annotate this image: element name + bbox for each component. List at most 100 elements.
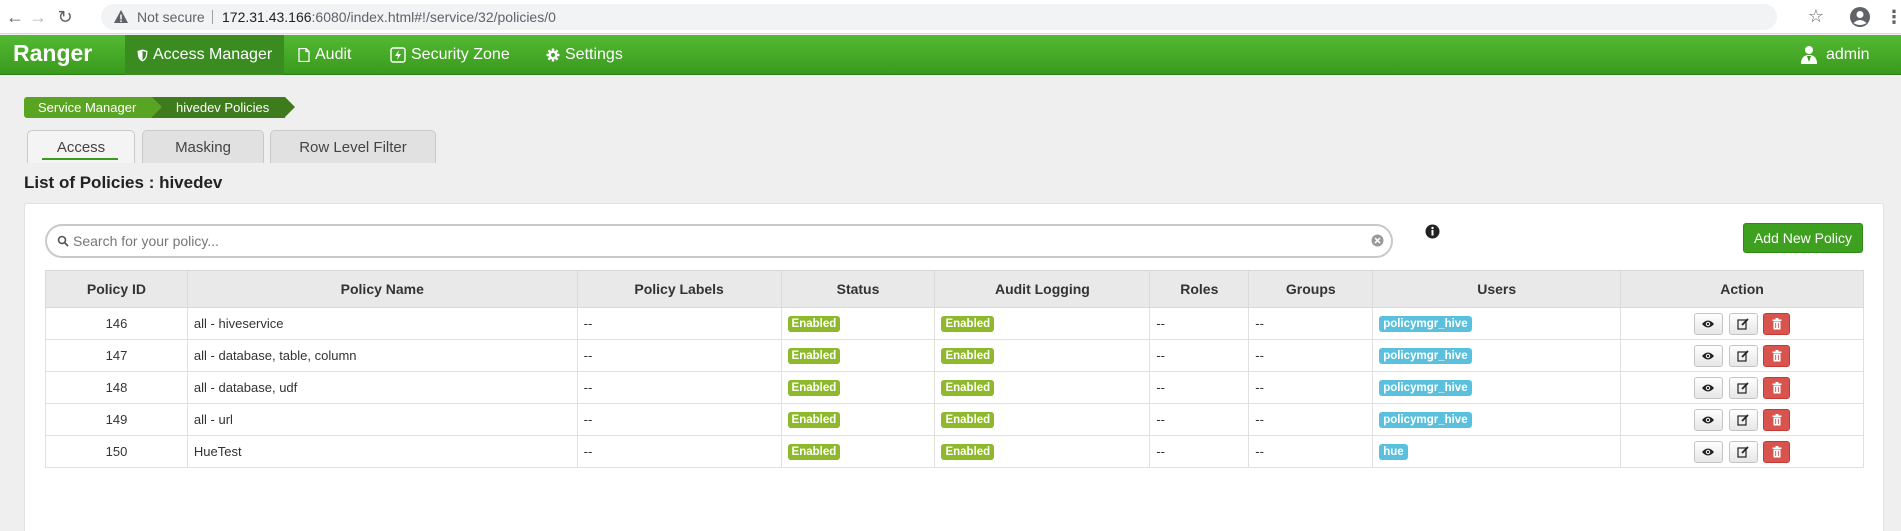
delete-button[interactable] <box>1763 312 1791 335</box>
audit-cell: Enabled <box>934 307 1151 340</box>
trash-icon <box>1772 349 1782 361</box>
column-header[interactable]: Policy Name <box>186 270 578 308</box>
bookmark-star-icon[interactable]: ☆ <box>1806 6 1826 26</box>
forward-arrow-icon[interactable]: → <box>27 6 49 28</box>
tab-row-level-filter[interactable]: Row Level Filter <box>270 130 436 163</box>
gear-icon <box>546 48 560 62</box>
delete-button[interactable] <box>1763 408 1791 431</box>
status-cell: Enabled <box>780 339 936 372</box>
search-input[interactable] <box>73 230 1353 252</box>
audit-badge: Enabled <box>941 348 995 364</box>
column-header: Roles <box>1149 270 1250 308</box>
url-text: 172.31.43.166:6080/index.html#!/service/… <box>222 9 556 25</box>
brand-logo[interactable]: Ranger <box>13 40 92 67</box>
view-button[interactable] <box>1693 312 1723 335</box>
trash-icon <box>1772 317 1782 329</box>
users-cell: hue <box>1372 435 1622 468</box>
reload-icon[interactable]: ↻ <box>54 6 76 28</box>
browser-menu-icon[interactable]: ⋮ <box>1885 6 1901 28</box>
status-cell: Enabled <box>780 435 936 468</box>
eye-icon <box>1702 352 1715 359</box>
profile-icon[interactable] <box>1849 6 1871 28</box>
nav-access-manager[interactable]: Access Manager <box>125 35 285 75</box>
edit-icon <box>1737 317 1749 330</box>
column-header: Groups <box>1248 270 1374 308</box>
edit-button[interactable] <box>1728 408 1758 431</box>
search-bar[interactable] <box>45 224 1393 258</box>
add-new-policy-button[interactable]: Add New Policy <box>1743 223 1863 253</box>
policy-id-link[interactable]: 147 <box>45 339 188 372</box>
edit-icon <box>1737 445 1749 458</box>
edit-button[interactable] <box>1728 376 1758 399</box>
top-navbar: Ranger Access Manager Audit Security Zon… <box>0 35 1901 75</box>
nav-security-zone[interactable]: Security Zone <box>378 35 522 75</box>
status-cell: Enabled <box>780 371 936 404</box>
policy-name: all - database, table, column <box>186 339 578 372</box>
back-arrow-icon[interactable]: ← <box>4 6 26 28</box>
edit-button[interactable] <box>1728 344 1758 367</box>
nav-settings[interactable]: Settings <box>534 35 635 75</box>
policy-id-link[interactable]: 148 <box>45 371 188 404</box>
policy-name: all - hiveservice <box>186 307 578 340</box>
policy-labels: -- <box>576 403 782 436</box>
policy-labels: -- <box>576 307 782 340</box>
view-button[interactable] <box>1693 440 1723 463</box>
users-cell: policymgr_hive <box>1372 371 1622 404</box>
divider <box>212 10 213 24</box>
info-icon[interactable] <box>1425 224 1440 239</box>
edit-button[interactable] <box>1728 312 1758 335</box>
column-header: Audit Logging <box>934 270 1151 308</box>
eye-icon <box>1702 416 1715 423</box>
trash-icon <box>1772 413 1782 425</box>
status-cell: Enabled <box>780 307 936 340</box>
policy-id-link[interactable]: 150 <box>45 435 188 468</box>
status-badge: Enabled <box>787 444 841 460</box>
address-bar[interactable]: Not secure 172.31.43.166:6080/index.html… <box>101 4 1777 30</box>
policy-labels: -- <box>576 371 782 404</box>
nav-label: Access Manager <box>153 46 273 63</box>
column-header[interactable]: Policy ID <box>45 270 188 308</box>
trash-icon <box>1772 381 1782 393</box>
actions-cell <box>1620 371 1864 404</box>
table-row: 147 all - database, table, column -- Ena… <box>45 339 1864 372</box>
eye-icon <box>1702 384 1715 391</box>
table-header-row: Policy ID Policy Name Policy Labels Stat… <box>45 270 1864 308</box>
roles: -- <box>1149 403 1250 436</box>
clear-icon[interactable] <box>1371 234 1384 247</box>
delete-button[interactable] <box>1763 440 1791 463</box>
user-badge: policymgr_hive <box>1379 412 1472 428</box>
actions-cell <box>1620 435 1864 468</box>
groups: -- <box>1248 403 1374 436</box>
file-icon <box>298 48 310 62</box>
bolt-icon <box>390 47 406 63</box>
tab-masking[interactable]: Masking <box>142 130 264 163</box>
nav-audit[interactable]: Audit <box>286 35 363 75</box>
eye-icon <box>1702 320 1715 327</box>
table-row: 150 HueTest -- Enabled Enabled -- -- hue <box>45 435 1864 468</box>
eye-icon <box>1702 448 1715 455</box>
active-tab-indicator <box>42 158 118 160</box>
browser-toolbar: ← → ↻ Not secure 172.31.43.166:6080/inde… <box>0 0 1901 34</box>
audit-badge: Enabled <box>941 316 995 332</box>
breadcrumb-service-manager[interactable]: Service Manager <box>24 97 162 118</box>
policy-id-link[interactable]: 146 <box>45 307 188 340</box>
shield-icon <box>137 49 148 61</box>
view-button[interactable] <box>1693 376 1723 399</box>
edit-icon <box>1737 381 1749 394</box>
table-row: 148 all - database, udf -- Enabled Enabl… <box>45 371 1864 404</box>
audit-badge: Enabled <box>941 412 995 428</box>
tab-label: Row Level Filter <box>299 138 407 156</box>
view-button[interactable] <box>1693 408 1723 431</box>
policy-id-link[interactable]: 149 <box>45 403 188 436</box>
audit-cell: Enabled <box>934 339 1151 372</box>
edit-icon <box>1737 413 1749 426</box>
delete-button[interactable] <box>1763 376 1791 399</box>
tab-label: Access <box>56 138 106 156</box>
groups: -- <box>1248 435 1374 468</box>
delete-button[interactable] <box>1763 344 1791 367</box>
user-menu[interactable]: admin <box>1800 35 1870 75</box>
edit-button[interactable] <box>1728 440 1758 463</box>
user-badge: policymgr_hive <box>1379 348 1472 364</box>
view-button[interactable] <box>1693 344 1723 367</box>
search-icon <box>57 235 69 247</box>
